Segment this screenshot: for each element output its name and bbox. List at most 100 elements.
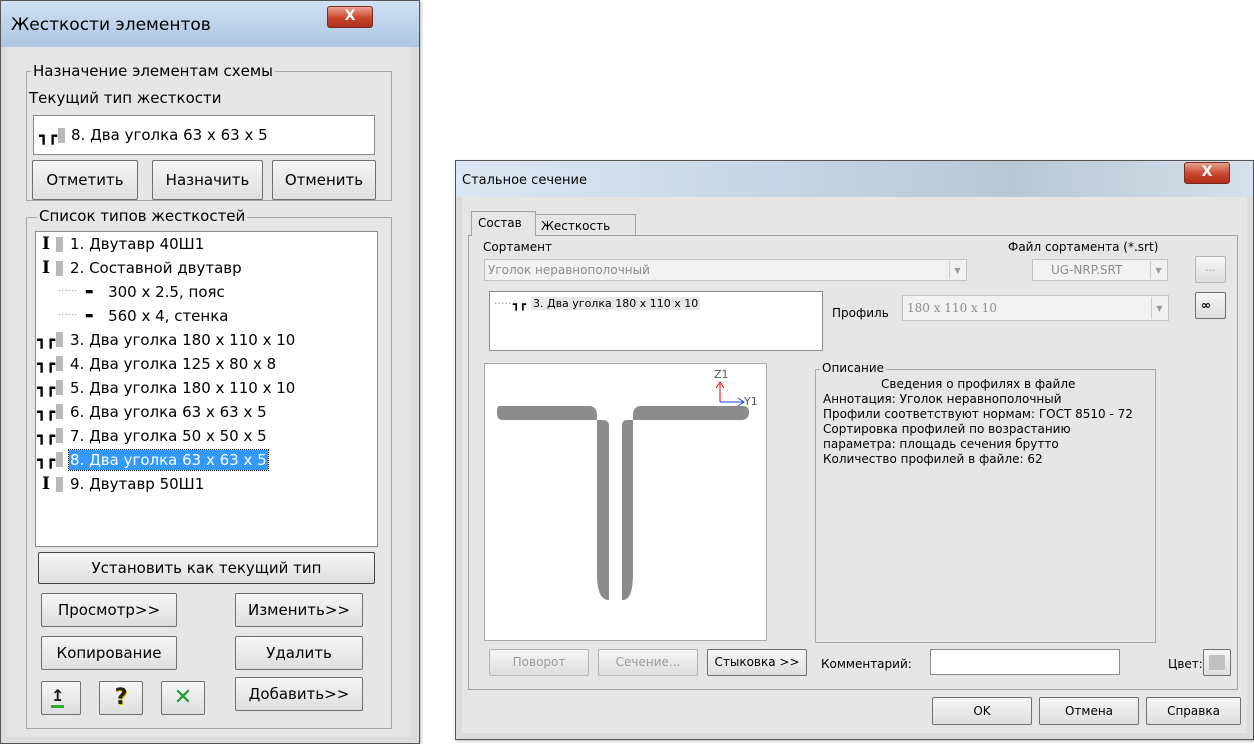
help-button[interactable]: Справка: [1146, 697, 1241, 725]
dash-icon: ▬: [84, 286, 94, 297]
dialog-body: Состав Жесткость Сортамент Файл сортамен…: [462, 197, 1247, 733]
list-item[interactable]: I 9. Двутавр 50Ш1: [36, 474, 205, 498]
assign-button[interactable]: Назначить: [152, 160, 263, 200]
view-profile-button[interactable]: ∞: [1195, 292, 1226, 319]
list-item[interactable]: ┓┏ 6. Два уголка 63 x 63 x 5: [36, 402, 268, 426]
edit-button[interactable]: Изменить>>: [235, 593, 363, 627]
color-swatch: [1209, 655, 1225, 670]
description-text: Сведения о профилях в файле Аннотация: У…: [823, 377, 1153, 467]
dialog-body: Назначение элементам схемы Текущий тип ж…: [7, 47, 411, 737]
profile-value: 180 x 110 x 10: [907, 301, 997, 315]
list-item[interactable]: I 2. Составной двутавр: [36, 258, 243, 282]
glasses-icon: ∞: [1201, 298, 1211, 312]
section-preview: Z1 Y1: [484, 363, 767, 641]
tree-line: ······: [58, 310, 78, 321]
color-swatch: [56, 452, 63, 467]
tree-item-label: 3. Два уголка 180 x 110 x 10: [530, 297, 701, 310]
list-item[interactable]: ┓┏ 3. Два уголка 180 x 110 x 10: [36, 330, 296, 354]
list-item-label: 2. Составной двутавр: [70, 259, 242, 277]
dash-icon: ▬: [84, 310, 94, 321]
cancel-assign-button[interactable]: Отменить: [272, 160, 376, 200]
browse-button[interactable]: ...: [1195, 256, 1226, 283]
color-swatch: [56, 260, 63, 276]
assortment-combo[interactable]: Уголок неравнополочный ▼: [484, 259, 967, 281]
comment-input[interactable]: [930, 649, 1120, 675]
stiffness-dialog: Жесткости элементов X Назначение элемент…: [0, 0, 420, 744]
close-button[interactable]: X: [327, 6, 373, 28]
double-angle-icon: ┓┏: [36, 450, 56, 469]
i-beam-icon: I: [42, 258, 50, 278]
profile-label: Профиль: [832, 306, 889, 320]
tree-item[interactable]: ·····┓┏ 3. Два уголка 180 x 110 x 10: [494, 297, 701, 311]
view-button[interactable]: Просмотр>>: [41, 593, 177, 627]
color-swatch: [56, 236, 63, 252]
axis-z-label: Z1: [714, 368, 729, 381]
rotate-button[interactable]: Поворот: [489, 649, 589, 676]
list-item-label: 1. Двутавр 40Ш1: [70, 235, 205, 253]
section-button[interactable]: Сечение...: [598, 649, 698, 676]
chevron-down-icon: ▼: [1151, 297, 1167, 319]
set-current-button[interactable]: Установить как текущий тип: [38, 552, 375, 584]
delete-button[interactable]: Удалить: [235, 636, 363, 670]
list-item-label: 8. Два уголка 63 x 63 x 5: [68, 448, 269, 471]
double-angle-icon: ┓┏: [36, 330, 56, 349]
list-item-label: 5. Два уголка 180 x 110 x 10: [70, 378, 296, 397]
double-angle-icon: ┓┏: [36, 354, 56, 373]
export-icon: ↥: [51, 687, 65, 708]
help-button[interactable]: ?: [99, 681, 143, 715]
double-angle-icon: ┓┏: [512, 297, 527, 311]
file-label: Файл сортамента (*.srt): [1008, 240, 1159, 254]
description-line: параметра: площадь сечения брутто: [823, 437, 1059, 451]
list-item[interactable]: ┓┏ 5. Два уголка 180 x 110 x 10: [36, 378, 296, 402]
double-angle-icon: ┓┏: [38, 126, 58, 145]
description-legend: Описание: [820, 361, 887, 375]
tree-line: ·····: [494, 297, 512, 310]
assortment-value: Уголок неравнополочный: [488, 263, 650, 277]
profile-combo[interactable]: 180 x 110 x 10 ▼: [902, 295, 1169, 321]
list-item[interactable]: ······ ▬ 560 x 4, стенка: [58, 306, 229, 330]
color-swatch: [56, 428, 63, 443]
description-line: Количество профилей в файле: 62: [823, 452, 1043, 466]
tab-stiffness[interactable]: Жесткость: [536, 214, 636, 236]
current-type-label: Текущий тип жесткости: [29, 89, 222, 107]
dialog-title: Жесткости элементов: [11, 15, 211, 35]
color-swatch: [56, 332, 63, 347]
close-button[interactable]: X: [1184, 162, 1230, 184]
color-swatch: [56, 404, 63, 419]
list-item-label: 4. Два уголка 125 x 80 x 8: [70, 354, 277, 373]
list-item[interactable]: ┓┏ 7. Два уголка 50 x 50 x 5: [36, 426, 268, 450]
color-button[interactable]: [1203, 649, 1231, 676]
current-type-value: 8. Два уголка 63 x 63 x 5: [71, 126, 268, 144]
ok-button[interactable]: OK: [932, 697, 1032, 725]
help-icon: ?: [114, 685, 128, 710]
list-item[interactable]: ┓┏ 8. Два уголка 63 x 63 x 5: [36, 448, 269, 474]
list-item[interactable]: ······ ▬ 300 x 2.5, пояс: [58, 282, 226, 306]
double-angle-icon: ┓┏: [36, 402, 56, 421]
joint-button[interactable]: Стыковка >>: [707, 649, 807, 676]
tab-composition[interactable]: Состав: [471, 211, 536, 236]
stiffness-list[interactable]: I 1. Двутавр 40Ш1 I 2. Составной двутавр ···…: [35, 231, 378, 547]
list-item[interactable]: I 1. Двутавр 40Ш1: [36, 234, 205, 258]
double-angle-icon: ┓┏: [36, 426, 56, 445]
comment-label: Комментарий:: [821, 657, 912, 671]
description-line: Сортировка профилей по возрастанию: [823, 422, 1071, 436]
mark-button[interactable]: Отметить: [32, 160, 138, 200]
close-list-button[interactable]: ✕: [161, 681, 205, 715]
add-button[interactable]: Добавить>>: [235, 677, 363, 711]
copy-button[interactable]: Копирование: [41, 636, 177, 670]
description-line: Сведения о профилях в файле: [881, 377, 1076, 391]
list-item-label: 6. Два уголка 63 x 63 x 5: [70, 402, 267, 421]
list-item-label: 300 x 2.5, пояс: [108, 282, 225, 301]
chevron-down-icon: ▼: [949, 261, 965, 279]
i-beam-icon: I: [42, 234, 50, 254]
export-button[interactable]: ↥: [41, 681, 81, 715]
list-item[interactable]: ┓┏ 4. Два уголка 125 x 80 x 8: [36, 354, 277, 378]
chevron-down-icon: ▼: [1150, 261, 1166, 279]
list-item-label: 7. Два уголка 50 x 50 x 5: [70, 426, 267, 445]
section-tree[interactable]: ·····┓┏ 3. Два уголка 180 x 110 x 10: [489, 291, 823, 351]
stiffness-list-legend: Список типов жесткостей: [37, 207, 248, 225]
cancel-button[interactable]: Отмена: [1039, 697, 1139, 725]
color-swatch: [56, 356, 63, 371]
file-combo[interactable]: UG-NRP.SRT ▼: [1032, 259, 1168, 281]
axis-y-label: Y1: [744, 395, 758, 408]
